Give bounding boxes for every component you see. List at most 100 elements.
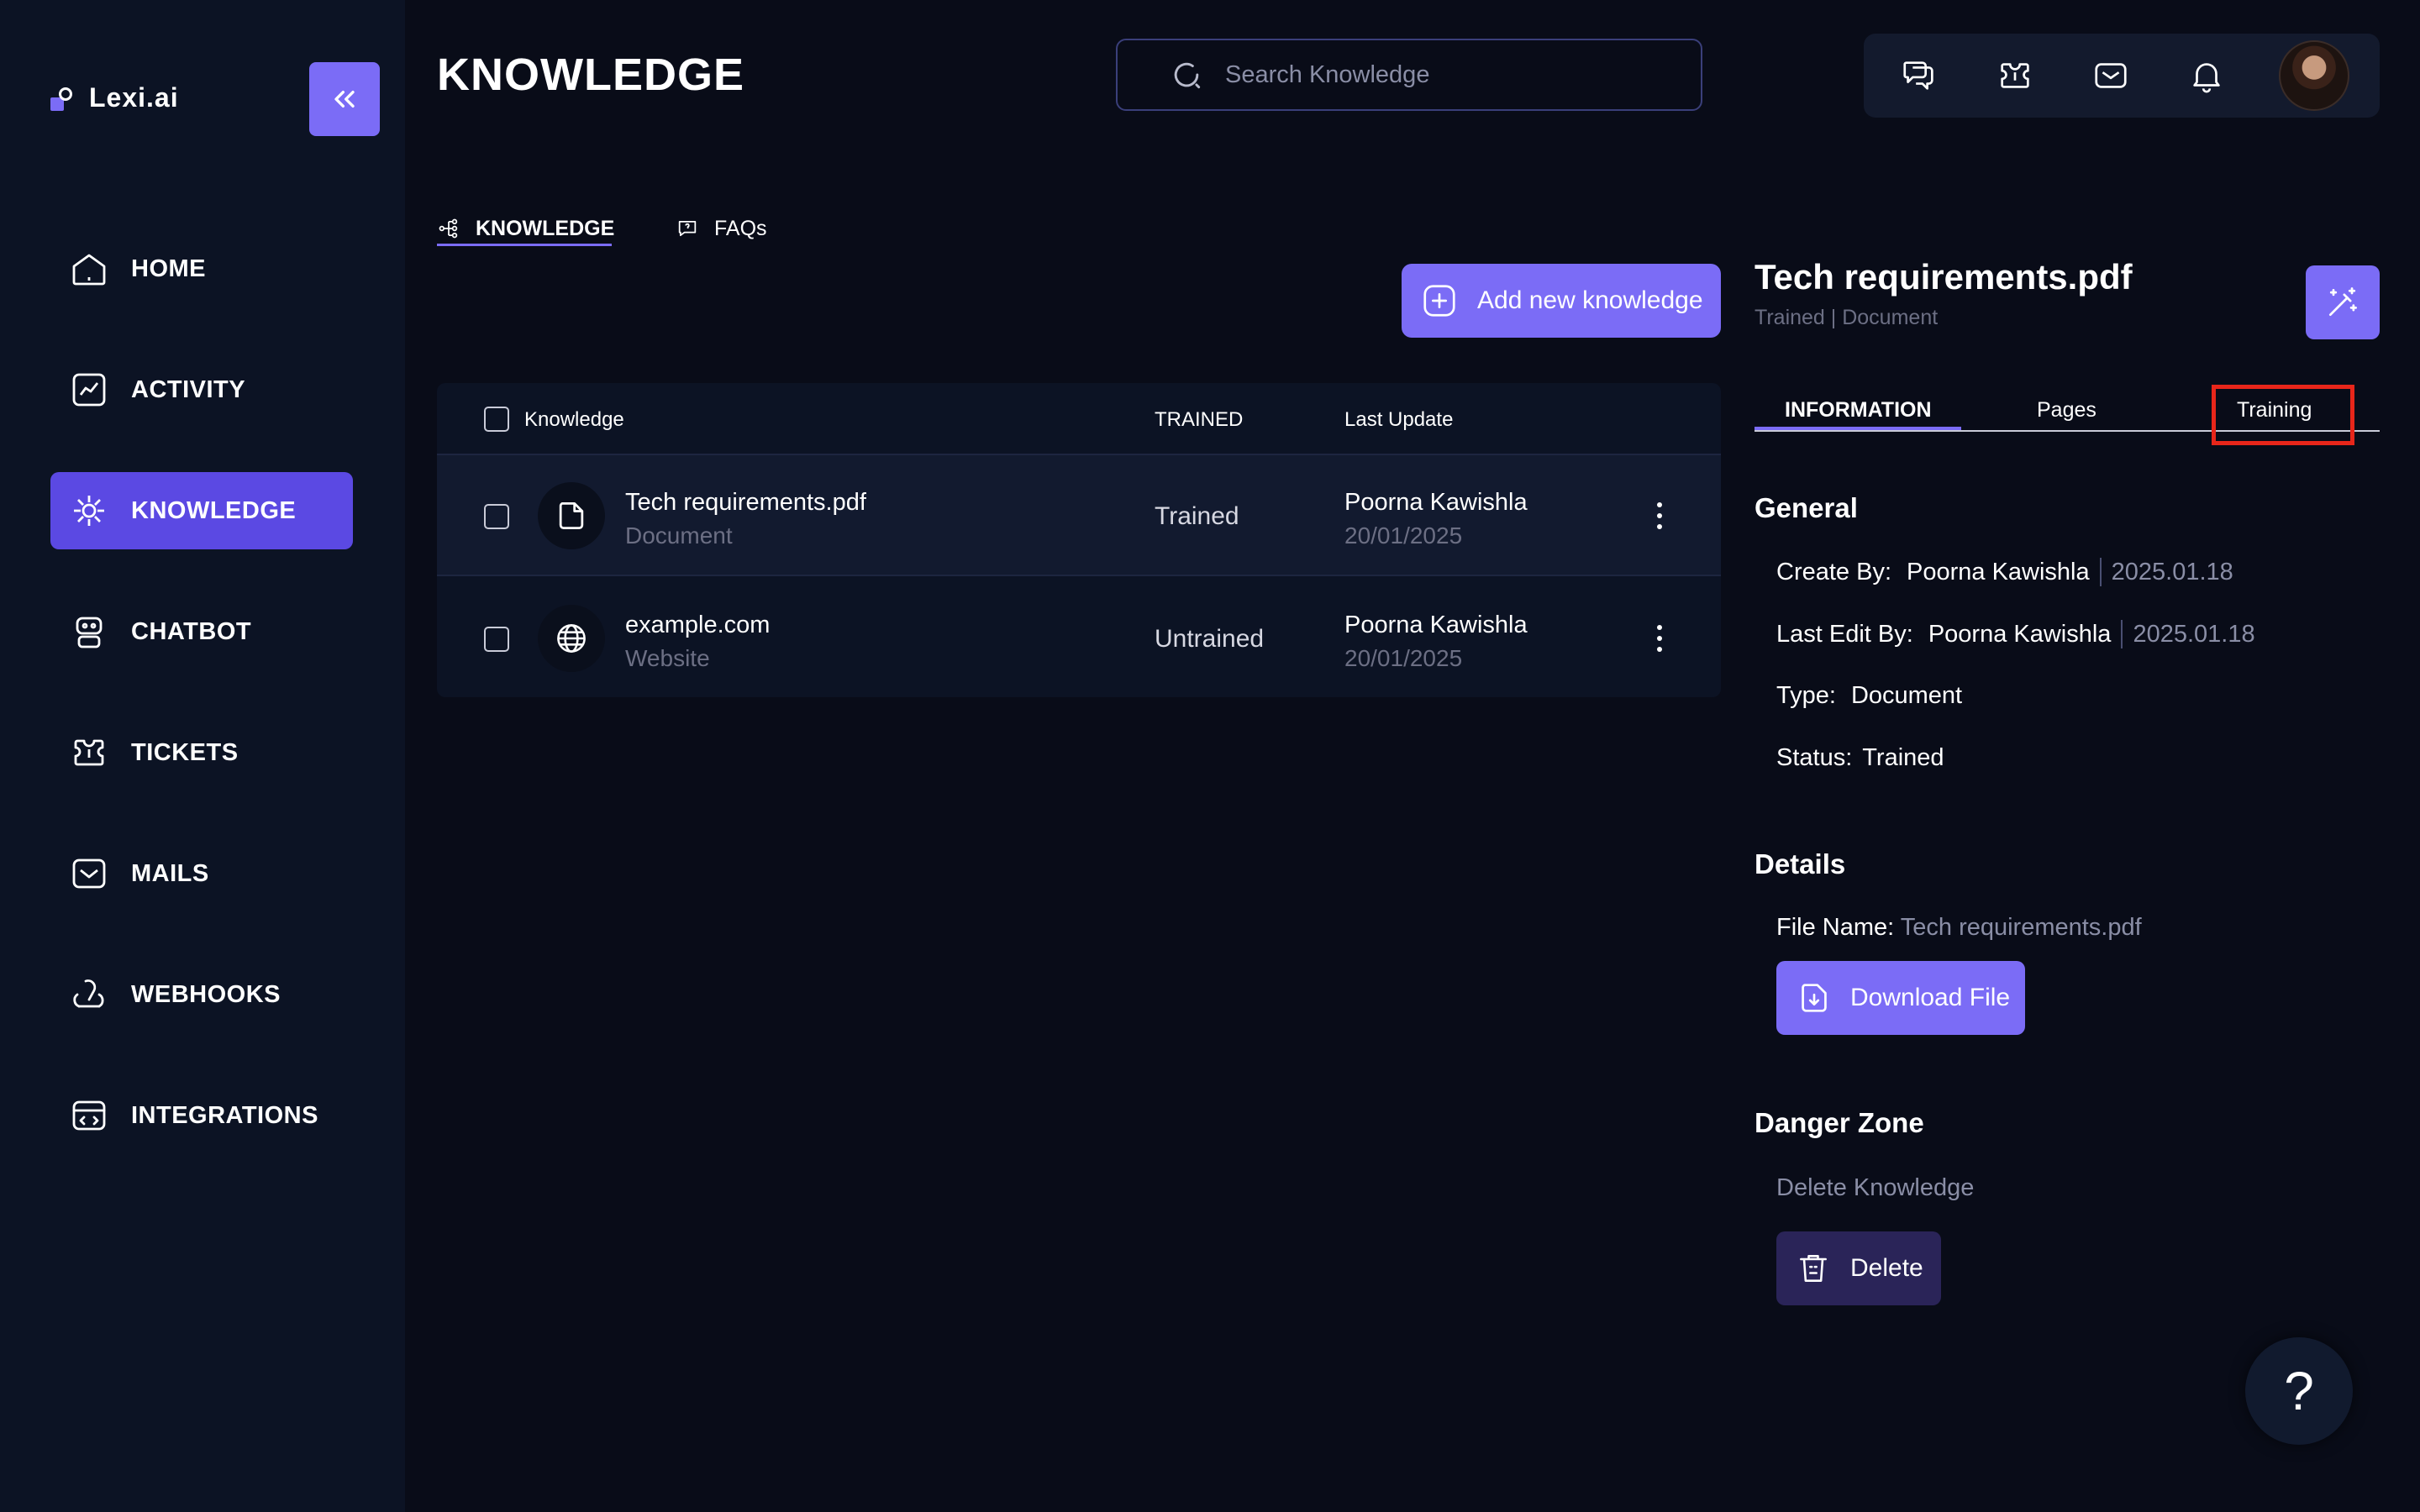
sidebar-item-label: INTEGRATIONS — [131, 1101, 318, 1129]
last-edit-value: Poorna Kawishla — [1928, 620, 2112, 648]
puzzle-icon[interactable] — [1995, 55, 2035, 96]
create-by-value: Poorna Kawishla — [1907, 558, 2090, 585]
sidebar-item-webhooks[interactable]: WEBHOOKS — [50, 956, 353, 1033]
last-edit-row: Last Edit By: Poorna Kawishla 2025.01.18 — [1776, 620, 2255, 648]
download-file-label: Download File — [1850, 984, 2011, 1011]
row-user: Poorna Kawishla — [1344, 489, 1528, 516]
type-row: Type: Document — [1776, 682, 1962, 710]
page-title: KNOWLEDGE — [437, 50, 744, 100]
download-icon — [1802, 984, 1827, 1012]
last-edit-label: Last Edit By: — [1776, 620, 1913, 648]
delete-button[interactable]: Delete — [1776, 1231, 1941, 1305]
table-row[interactable]: Tech requirements.pdf Document Trained P… — [437, 455, 1721, 576]
brand-logo-icon — [47, 81, 74, 114]
search-icon — [1174, 62, 1201, 89]
knowledge-table: Knowledge TRAINED Last Update Tech requi… — [437, 383, 1721, 697]
training-tab-highlight — [2212, 385, 2354, 445]
home-icon — [67, 247, 111, 291]
detail-subtitle: Trained | Document — [1754, 306, 1939, 329]
table-row[interactable]: example.com Website Untrained Poorna Kaw… — [437, 578, 1721, 697]
tab-information[interactable]: INFORMATION — [1785, 398, 1932, 423]
row-type: Document — [625, 522, 733, 549]
knowledge-icon — [67, 489, 111, 533]
mail-icon — [67, 852, 111, 895]
row-status: Untrained — [1155, 625, 1265, 653]
sidebar-item-knowledge[interactable]: KNOWLEDGE — [50, 472, 353, 549]
sidebar: Lexi.ai HOME ACTIVITY KNOWLEDGE CHATBOT — [0, 0, 405, 1512]
status-row: Status: Trained — [1776, 744, 1944, 772]
app-root: Lexi.ai HOME ACTIVITY KNOWLEDGE CHATBOT — [0, 0, 2420, 1512]
robot-icon — [67, 610, 111, 654]
danger-zone-heading: Danger Zone — [1754, 1107, 1924, 1138]
download-file-button[interactable]: Download File — [1776, 961, 2025, 1035]
sidebar-item-activity[interactable]: ACTIVITY — [50, 351, 353, 428]
integrations-icon — [67, 1094, 111, 1137]
plus-square-icon — [1423, 285, 1455, 317]
tab-knowledge[interactable]: KNOWLEDGE — [437, 210, 614, 247]
sidebar-item-chatbot[interactable]: CHATBOT — [50, 593, 353, 670]
status-value: Trained — [1862, 744, 1944, 771]
row-title: example.com — [625, 612, 771, 638]
type-value: Document — [1850, 682, 1963, 709]
search-input[interactable] — [1225, 60, 1696, 89]
select-all-checkbox[interactable] — [484, 407, 509, 432]
tab-underline — [437, 244, 612, 246]
row-more-icon[interactable] — [1647, 620, 1672, 657]
avatar[interactable] — [2279, 40, 2349, 111]
column-header-knowledge: Knowledge — [524, 408, 624, 431]
activity-icon — [67, 368, 111, 412]
row-checkbox[interactable] — [484, 627, 509, 652]
row-title: Tech requirements.pdf — [625, 489, 866, 516]
file-name-value: Tech requirements.pdf — [1900, 914, 2142, 941]
webhook-icon — [67, 973, 111, 1016]
row-user: Poorna Kawishla — [1344, 612, 1528, 638]
row-status: Trained — [1155, 502, 1239, 530]
help-button[interactable]: ? — [2245, 1337, 2353, 1445]
chat-icon[interactable] — [1899, 55, 1939, 96]
sidebar-item-label: ACTIVITY — [131, 375, 246, 403]
magic-wand-button[interactable] — [2306, 265, 2380, 339]
column-header-last-update: Last Update — [1344, 408, 1454, 431]
file-name-row: File Name: Tech requirements.pdf — [1776, 914, 2142, 942]
sidebar-item-home[interactable]: HOME — [50, 230, 353, 307]
sidebar-item-label: KNOWLEDGE — [131, 496, 297, 524]
row-type: Website — [625, 645, 710, 671]
delete-knowledge-text: Delete Knowledge — [1776, 1174, 1975, 1201]
trash-icon — [1800, 1255, 1827, 1282]
sidebar-item-label: CHATBOT — [131, 617, 252, 645]
tab-faqs[interactable]: FAQs — [676, 210, 767, 247]
add-knowledge-button[interactable]: Add new knowledge — [1402, 264, 1721, 338]
last-edit-date: 2025.01.18 — [2133, 620, 2255, 648]
mail-icon[interactable] — [2091, 55, 2131, 96]
sidebar-item-label: HOME — [131, 255, 206, 282]
tab-label: FAQs — [714, 216, 767, 240]
create-by-row: Create By: Poorna Kawishla 2025.01.18 — [1776, 558, 2233, 586]
magic-wand-icon — [2328, 287, 2357, 317]
table-header: Knowledge TRAINED Last Update — [437, 383, 1721, 455]
search-bar[interactable] — [1116, 39, 1702, 111]
column-header-trained: TRAINED — [1155, 408, 1244, 431]
ticket-icon — [67, 731, 111, 774]
row-checkbox[interactable] — [484, 504, 509, 529]
tab-underline — [1754, 427, 1961, 430]
divider — [2099, 558, 2102, 586]
sidebar-item-tickets[interactable]: TICKETS — [50, 714, 353, 791]
file-name-label: File Name: — [1776, 914, 1895, 941]
chat-question-icon — [678, 220, 697, 237]
tab-pages[interactable]: Pages — [2037, 398, 2096, 423]
type-label: Type: — [1776, 682, 1836, 709]
delete-label: Delete — [1850, 1254, 1923, 1282]
bell-icon[interactable] — [2186, 55, 2227, 96]
collapse-sidebar-button[interactable] — [309, 62, 380, 136]
divider — [2121, 620, 2123, 648]
sidebar-item-integrations[interactable]: INTEGRATIONS — [50, 1077, 353, 1154]
brand[interactable]: Lexi.ai — [47, 81, 179, 114]
detail-title: Tech requirements.pdf — [1754, 257, 2133, 297]
sidebar-item-mails[interactable]: MAILS — [50, 835, 353, 912]
chevrons-left-icon — [334, 91, 355, 108]
add-knowledge-label: Add new knowledge — [1477, 286, 1703, 314]
sidebar-item-label: TICKETS — [131, 738, 239, 766]
globe-icon — [538, 605, 605, 672]
row-date: 20/01/2025 — [1344, 645, 1463, 671]
row-more-icon[interactable] — [1647, 497, 1672, 534]
